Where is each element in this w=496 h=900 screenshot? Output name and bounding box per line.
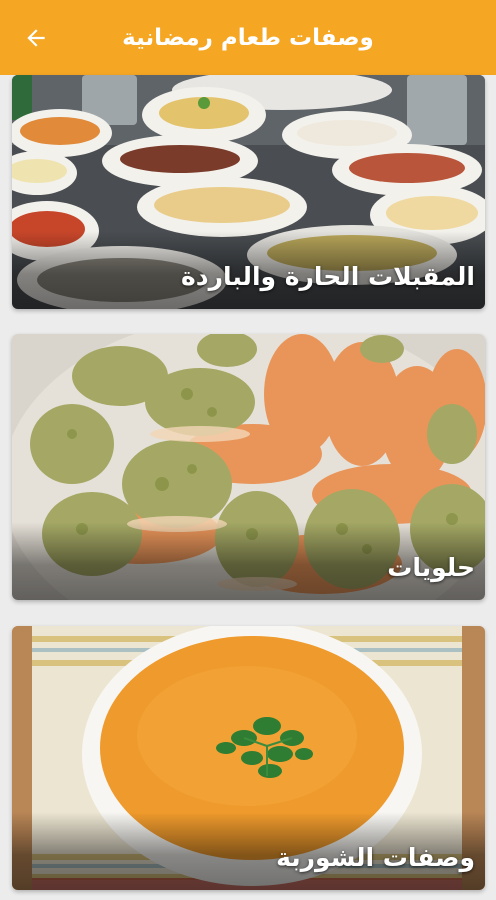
back-button[interactable] <box>16 18 56 58</box>
category-card-appetizers[interactable]: المقبلات الحارة والباردة <box>12 75 485 309</box>
category-card-sweets[interactable]: حلويات <box>12 334 485 600</box>
app-bar: وصفات طعام رمضانية <box>0 0 496 75</box>
category-label: وصفات الشوربة <box>276 843 475 872</box>
category-card-soups[interactable]: وصفات الشوربة <box>12 626 485 890</box>
arrow-left-icon <box>27 29 45 47</box>
page-title: وصفات طعام رمضانية <box>122 24 374 51</box>
category-label: المقبلات الحارة والباردة <box>180 262 475 291</box>
category-label: حلويات <box>387 553 475 582</box>
